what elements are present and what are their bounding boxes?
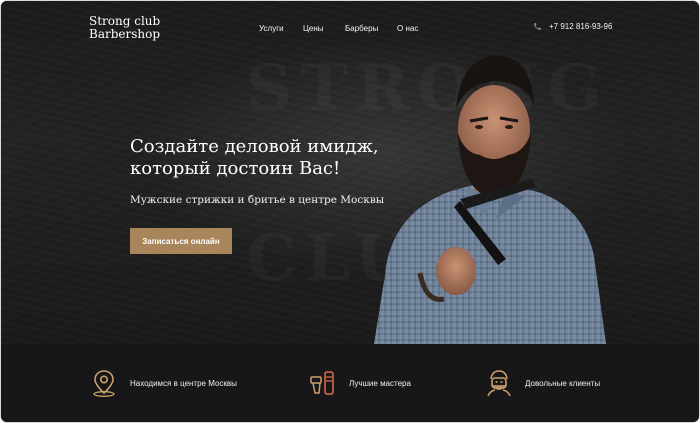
feature-masters: Лучшие мастера <box>309 368 411 398</box>
feature-label: Довольные клиенты <box>525 378 601 388</box>
brand-logo[interactable]: Strong club Barbershop <box>89 15 160 41</box>
nav-item-about[interactable]: О нас <box>397 24 418 33</box>
location-pin-icon <box>90 368 118 398</box>
browser-frame: STRONG CLUB Strong club Barbershop Услуг… <box>1 1 699 422</box>
features-bar: Находимся в центре Москвы Лучшие мастера <box>1 344 699 422</box>
nav-item-prices[interactable]: Цены <box>303 24 324 33</box>
bearded-man-icon <box>485 368 513 398</box>
nav-item-services[interactable]: Услуги <box>259 24 284 33</box>
feature-label: Лучшие мастера <box>349 378 411 388</box>
hero-subline: Мужские стрижки и бритье в центре Москвы <box>130 194 385 206</box>
phone-contact[interactable]: +7 912 816-93-96 <box>533 22 612 31</box>
barber-tools-icon <box>309 368 337 398</box>
nav-item-barbers[interactable]: Барберы <box>345 24 378 33</box>
hero-section: STRONG CLUB Strong club Barbershop Услуг… <box>1 1 699 344</box>
barber-photo <box>374 55 606 344</box>
feature-label: Находимся в центре Москвы <box>130 378 237 388</box>
phone-icon <box>533 22 542 31</box>
feature-clients: Довольные клиенты <box>485 368 600 398</box>
book-online-button[interactable]: Записаться онлайн <box>130 228 232 254</box>
phone-number: +7 912 816-93-96 <box>549 22 613 31</box>
brand-line-2: Barbershop <box>89 27 161 41</box>
feature-location: Находимся в центре Москвы <box>90 368 237 398</box>
